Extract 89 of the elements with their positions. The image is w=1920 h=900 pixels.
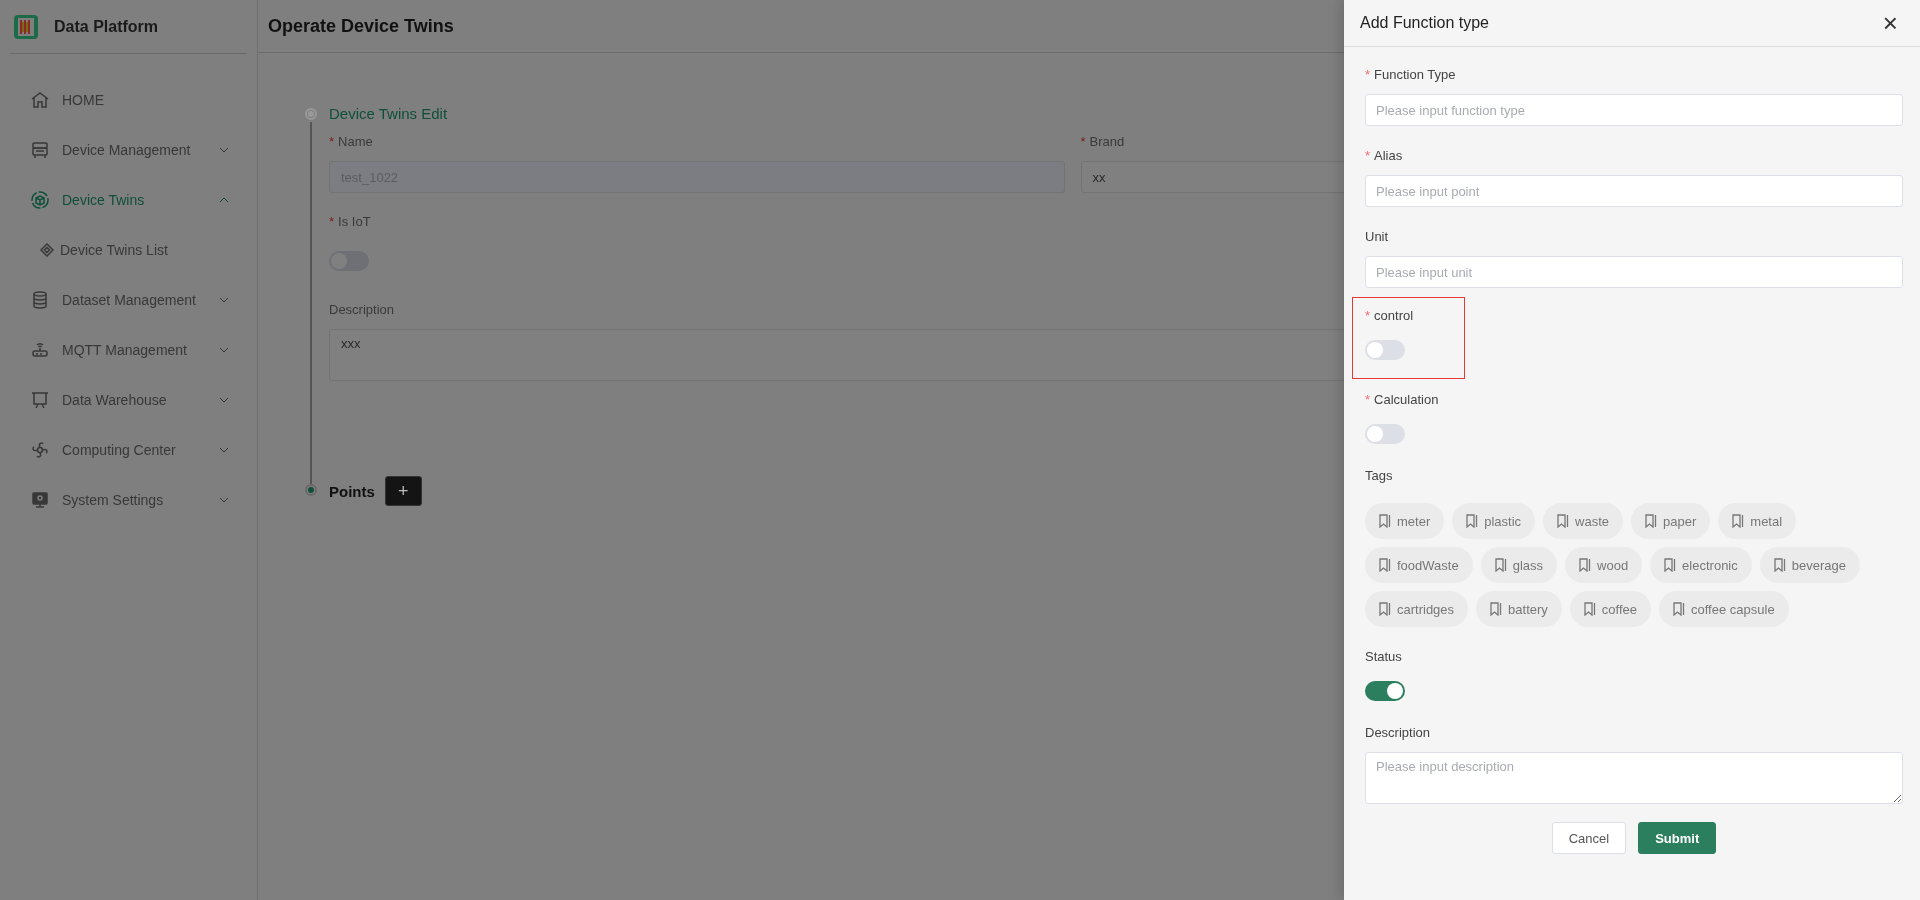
bookmark-icon xyxy=(1379,602,1391,616)
chevron-down-icon xyxy=(219,347,229,353)
page-title: Operate Device Twins xyxy=(268,15,454,37)
submenu-item[interactable]: Device Twins List xyxy=(0,225,257,275)
field-label: Status xyxy=(1365,648,1402,664)
chevron-down-icon xyxy=(219,497,229,503)
menu-item[interactable]: Device Management xyxy=(0,125,257,175)
toggle-switch[interactable] xyxy=(1365,340,1405,360)
step-title: Points xyxy=(329,482,375,500)
tag-chip[interactable]: plastic xyxy=(1452,503,1536,539)
required-mark: * xyxy=(1365,66,1371,82)
menu-item[interactable]: MQTT Management xyxy=(0,325,257,375)
field-label: Is IoT xyxy=(338,213,371,229)
required-mark: * xyxy=(329,133,335,149)
step-title: Device Twins Edit xyxy=(329,105,448,124)
chevron-down-icon xyxy=(219,397,229,403)
field-label: Name xyxy=(338,133,373,149)
tag-chip[interactable]: battery xyxy=(1476,591,1562,627)
menu-item[interactable]: Computing Center xyxy=(0,425,257,475)
menu-item[interactable]: Dataset Management xyxy=(0,275,257,325)
bookmark-icon xyxy=(1494,558,1507,572)
close-button[interactable]: × xyxy=(1880,13,1900,33)
bookmark-icon xyxy=(1732,514,1745,528)
toggle-switch[interactable] xyxy=(1365,681,1405,701)
tag-chip[interactable]: electronic xyxy=(1650,547,1752,583)
fan-icon xyxy=(30,440,50,460)
required-mark: * xyxy=(1365,391,1371,407)
cancel-button[interactable]: Cancel xyxy=(1551,822,1627,854)
menu-item[interactable]: Device Twins xyxy=(0,175,257,225)
monitor-icon xyxy=(30,490,50,510)
menu-item[interactable]: HOME xyxy=(0,75,257,125)
bookmark-icon xyxy=(1773,558,1786,572)
field-label: Description xyxy=(329,301,395,317)
bookmark-icon xyxy=(1673,602,1685,616)
field-label: Tags xyxy=(1365,467,1393,483)
brand-name: Data Platform xyxy=(54,17,159,36)
diamond-icon xyxy=(40,243,54,257)
tag-chip[interactable]: foodWaste xyxy=(1365,547,1473,583)
required-mark: * xyxy=(1365,147,1371,163)
field-label: Unit xyxy=(1365,228,1389,244)
tag-chip[interactable]: paper xyxy=(1631,503,1711,539)
cube-icon xyxy=(30,190,50,210)
tag-chip[interactable]: metal xyxy=(1718,503,1797,539)
input-field[interactable]: Please input point xyxy=(1365,175,1903,207)
bookmark-icon xyxy=(1466,514,1479,528)
field-label: control xyxy=(1374,307,1414,323)
chevron-down-icon xyxy=(219,447,229,453)
required-mark: * xyxy=(1080,133,1086,149)
submit-button[interactable]: Submit xyxy=(1638,822,1717,854)
database-icon xyxy=(30,290,50,310)
toggle-switch[interactable] xyxy=(1365,424,1405,444)
tag-chip[interactable]: coffee capsule xyxy=(1659,591,1789,627)
chevron-down-icon xyxy=(219,297,229,303)
required-mark: * xyxy=(1365,307,1371,323)
field-label: Calculation xyxy=(1374,391,1439,407)
tag-chip[interactable]: waste xyxy=(1543,503,1624,539)
home-icon xyxy=(30,90,50,110)
tag-chip[interactable]: cartridges xyxy=(1365,591,1469,627)
field-label: Alias xyxy=(1374,147,1403,163)
field-label: Description xyxy=(1365,724,1431,740)
bookmark-icon xyxy=(1664,558,1677,572)
bookmark-icon xyxy=(1490,602,1503,616)
drawer-title: Add Function type xyxy=(1360,14,1489,32)
field-label: Function Type xyxy=(1374,66,1456,82)
required-mark: * xyxy=(329,213,335,229)
tag-chip[interactable]: coffee xyxy=(1569,591,1651,627)
field-label: Brand xyxy=(1089,133,1125,149)
tag-chip[interactable]: beverage xyxy=(1759,547,1860,583)
bookmark-icon xyxy=(1579,558,1592,572)
logo-icon xyxy=(12,12,40,41)
tag-chip[interactable]: wood xyxy=(1565,547,1643,583)
router-icon xyxy=(30,340,50,360)
tag-chip[interactable]: glass xyxy=(1480,547,1558,583)
menu-item[interactable]: System Settings xyxy=(0,475,257,525)
server-icon xyxy=(30,140,50,160)
bookmark-icon xyxy=(1379,558,1391,572)
chevron-down-icon xyxy=(219,147,229,153)
bookmark-icon xyxy=(1583,602,1596,616)
input-field[interactable]: Please input function type xyxy=(1365,94,1903,126)
input-field[interactable]: Please input unit xyxy=(1365,256,1903,288)
add-button[interactable]: + xyxy=(384,476,422,506)
bookmark-icon xyxy=(1379,514,1391,528)
easel-icon xyxy=(30,390,50,410)
bookmark-icon xyxy=(1557,514,1570,528)
text-area[interactable]: Please input description xyxy=(1365,752,1903,804)
tag-chip[interactable]: meter xyxy=(1365,503,1445,539)
bookmark-icon xyxy=(1645,514,1658,528)
chevron-up-icon xyxy=(219,197,229,203)
menu-item[interactable]: Data Warehouse xyxy=(0,375,257,425)
